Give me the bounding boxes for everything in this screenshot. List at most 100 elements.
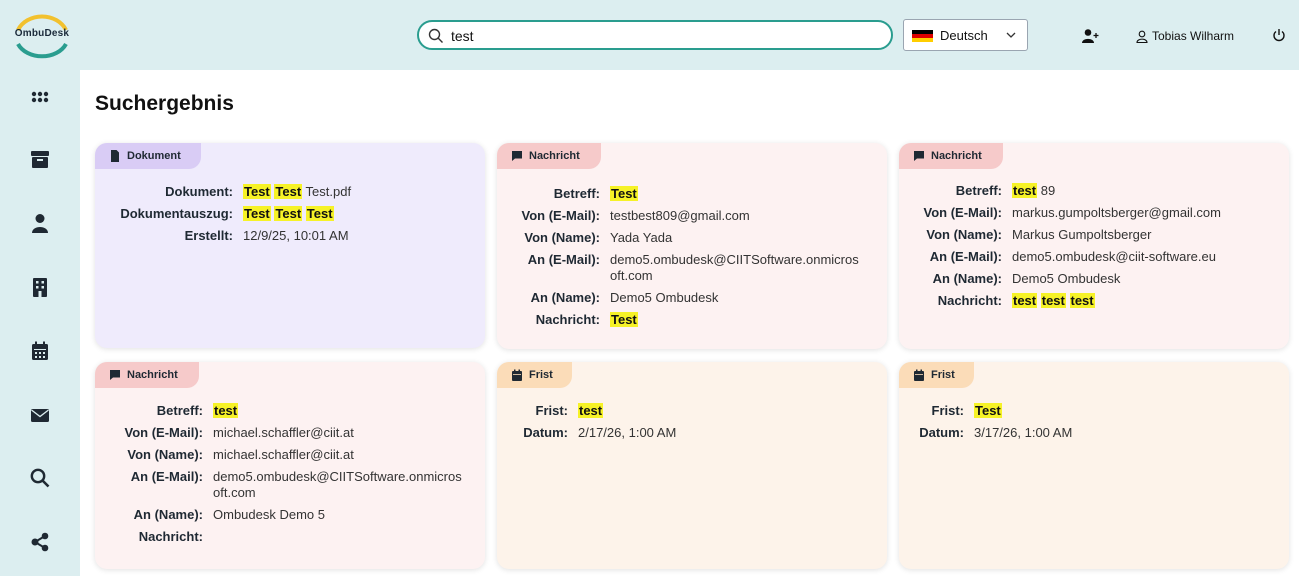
result-card-deadline[interactable]: Frist Frist: test Datum: 2/17/26, 1:00 AM — [497, 362, 887, 569]
field-label: An (Name): — [932, 271, 1002, 286]
card-type-label: Frist — [529, 369, 553, 381]
archive-icon[interactable] — [29, 148, 51, 170]
field-value: Test — [610, 312, 638, 327]
user-menu[interactable]: Tobias Wilharm — [1136, 29, 1234, 45]
card-type-badge: Nachricht — [899, 143, 1003, 169]
field-value: michael.schaffler@ciit.at — [213, 447, 354, 462]
power-icon[interactable] — [1272, 28, 1286, 42]
german-flag-icon — [912, 30, 933, 42]
field-value: markus.gumpoltsberger@gmail.com — [1012, 205, 1221, 220]
card-type-badge: Dokument — [95, 143, 201, 169]
field-label: Von (E-Mail): — [923, 205, 1002, 220]
card-fields: Frist: Test Datum: 3/17/26, 1:00 AM — [899, 400, 1289, 444]
apps-icon[interactable] — [29, 86, 51, 108]
search-input[interactable]: test — [451, 28, 474, 44]
field-value: Markus Gumpoltsberger — [1012, 227, 1152, 242]
field-label: Datum: — [523, 425, 568, 440]
card-type-label: Nachricht — [529, 150, 580, 162]
card-type-label: Nachricht — [127, 369, 178, 381]
search-icon — [428, 28, 443, 43]
language-label: Deutsch — [940, 28, 988, 43]
field-label: Von (Name): — [524, 230, 600, 245]
person-icon[interactable] — [29, 212, 51, 234]
field-label: Dokumentauszug: — [120, 206, 233, 221]
field-value: Demo5 Ombudesk — [1012, 271, 1121, 286]
field-label: Frist: — [931, 403, 965, 418]
field-value: Yada Yada — [610, 230, 673, 245]
field-label: An (E-Mail): — [929, 249, 1002, 264]
sidebar — [0, 70, 80, 576]
message-icon — [914, 151, 924, 161]
card-type-label: Nachricht — [931, 150, 982, 162]
message-icon — [110, 370, 120, 380]
field-label: Von (E-Mail): — [521, 208, 600, 223]
field-value: demo5.ombudesk@CIITSoftware.onmicrosoft.… — [610, 252, 859, 283]
card-type-badge: Frist — [899, 362, 974, 388]
field-label: Dokument: — [165, 184, 233, 199]
share-icon[interactable] — [29, 531, 51, 553]
field-value — [203, 526, 213, 548]
card-type-badge: Frist — [497, 362, 572, 388]
search-field[interactable]: test — [417, 20, 893, 50]
card-type-label: Frist — [931, 369, 955, 381]
field-label: An (E-Mail): — [130, 469, 203, 484]
result-card-message[interactable]: Nachricht Betreff: Test Von (E-Mail): test… — [497, 143, 887, 349]
search-icon[interactable] — [29, 467, 51, 489]
field-value: 12/9/25, 10:01 AM — [243, 228, 349, 243]
result-card-document[interactable]: Dokument Dokument: Test Test Test.pdf Dok… — [95, 143, 485, 348]
field-value: Test — [974, 403, 1002, 418]
message-icon — [512, 151, 522, 161]
add-user-icon[interactable] — [1081, 28, 1099, 44]
chevron-down-icon — [1006, 32, 1016, 38]
card-type-badge: Nachricht — [95, 362, 199, 388]
language-select[interactable]: Deutsch — [903, 19, 1028, 51]
calendar-icon — [512, 369, 522, 381]
field-label: Betreff: — [553, 186, 600, 201]
field-label: Von (E-Mail): — [124, 425, 203, 440]
card-fields: Betreff: test 89 Von (E-Mail): markus.gump… — [899, 180, 1289, 312]
field-value: test test test — [1012, 293, 1095, 308]
field-label: Nachricht: — [937, 293, 1002, 308]
field-label: Nachricht: — [138, 529, 203, 544]
field-value: test — [213, 403, 239, 418]
card-fields: Betreff: test Von (E-Mail): michael.schaff… — [95, 400, 485, 548]
field-value: test — [578, 403, 604, 418]
field-label: An (E-Mail): — [527, 252, 600, 267]
field-label: Frist: — [535, 403, 569, 418]
card-fields: Betreff: Test Von (E-Mail): testbest809@gm… — [497, 183, 887, 331]
page-title: Suchergebnis — [95, 92, 234, 115]
field-label: An (Name): — [133, 507, 203, 522]
result-card-deadline[interactable]: Frist Frist: Test Datum: 3/17/26, 1:00 AM — [899, 362, 1289, 569]
logo-text: OmbuDesk — [14, 28, 70, 39]
calendar-icon — [914, 369, 924, 381]
field-value: Test Test Test.pdf — [243, 184, 352, 199]
field-label: Von (Name): — [926, 227, 1002, 242]
field-label: Erstellt: — [184, 228, 233, 243]
field-value: Ombudesk Demo 5 — [213, 507, 325, 522]
field-value: testbest809@gmail.com — [610, 208, 750, 223]
field-label: An (Name): — [530, 290, 600, 305]
result-card-message[interactable]: Nachricht Betreff: test Von (E-Mail): mich… — [95, 362, 485, 569]
field-value: 2/17/26, 1:00 AM — [578, 425, 677, 440]
card-type-badge: Nachricht — [497, 143, 601, 169]
building-icon[interactable] — [29, 276, 51, 298]
mail-icon[interactable] — [29, 404, 51, 426]
field-label: Nachricht: — [535, 312, 600, 327]
field-label: Betreff: — [955, 183, 1002, 198]
field-value: Test Test Test — [243, 206, 334, 221]
field-label: Datum: — [919, 425, 964, 440]
top-bar: OmbuDesk test Deutsch Tobias Wilharm — [0, 0, 1299, 70]
card-fields: Frist: test Datum: 2/17/26, 1:00 AM — [497, 400, 887, 444]
field-label: Von (Name): — [127, 447, 203, 462]
document-icon — [111, 150, 119, 162]
field-value: test 89 — [1012, 183, 1056, 198]
field-label: Betreff: — [156, 403, 203, 418]
user-name: Tobias Wilharm — [1152, 29, 1235, 43]
field-value: demo5.ombudesk@ciit-software.eu — [1012, 249, 1216, 264]
field-value: Demo5 Ombudesk — [610, 290, 719, 305]
calendar-icon[interactable] — [29, 340, 51, 362]
result-card-message[interactable]: Nachricht Betreff: test 89 Von (E-Mail): m… — [899, 143, 1289, 349]
field-value: 3/17/26, 1:00 AM — [974, 425, 1073, 440]
card-fields: Dokument: Test Test Test.pdf Dokumentausz… — [95, 181, 485, 247]
field-value: michael.schaffler@ciit.at — [213, 425, 354, 440]
